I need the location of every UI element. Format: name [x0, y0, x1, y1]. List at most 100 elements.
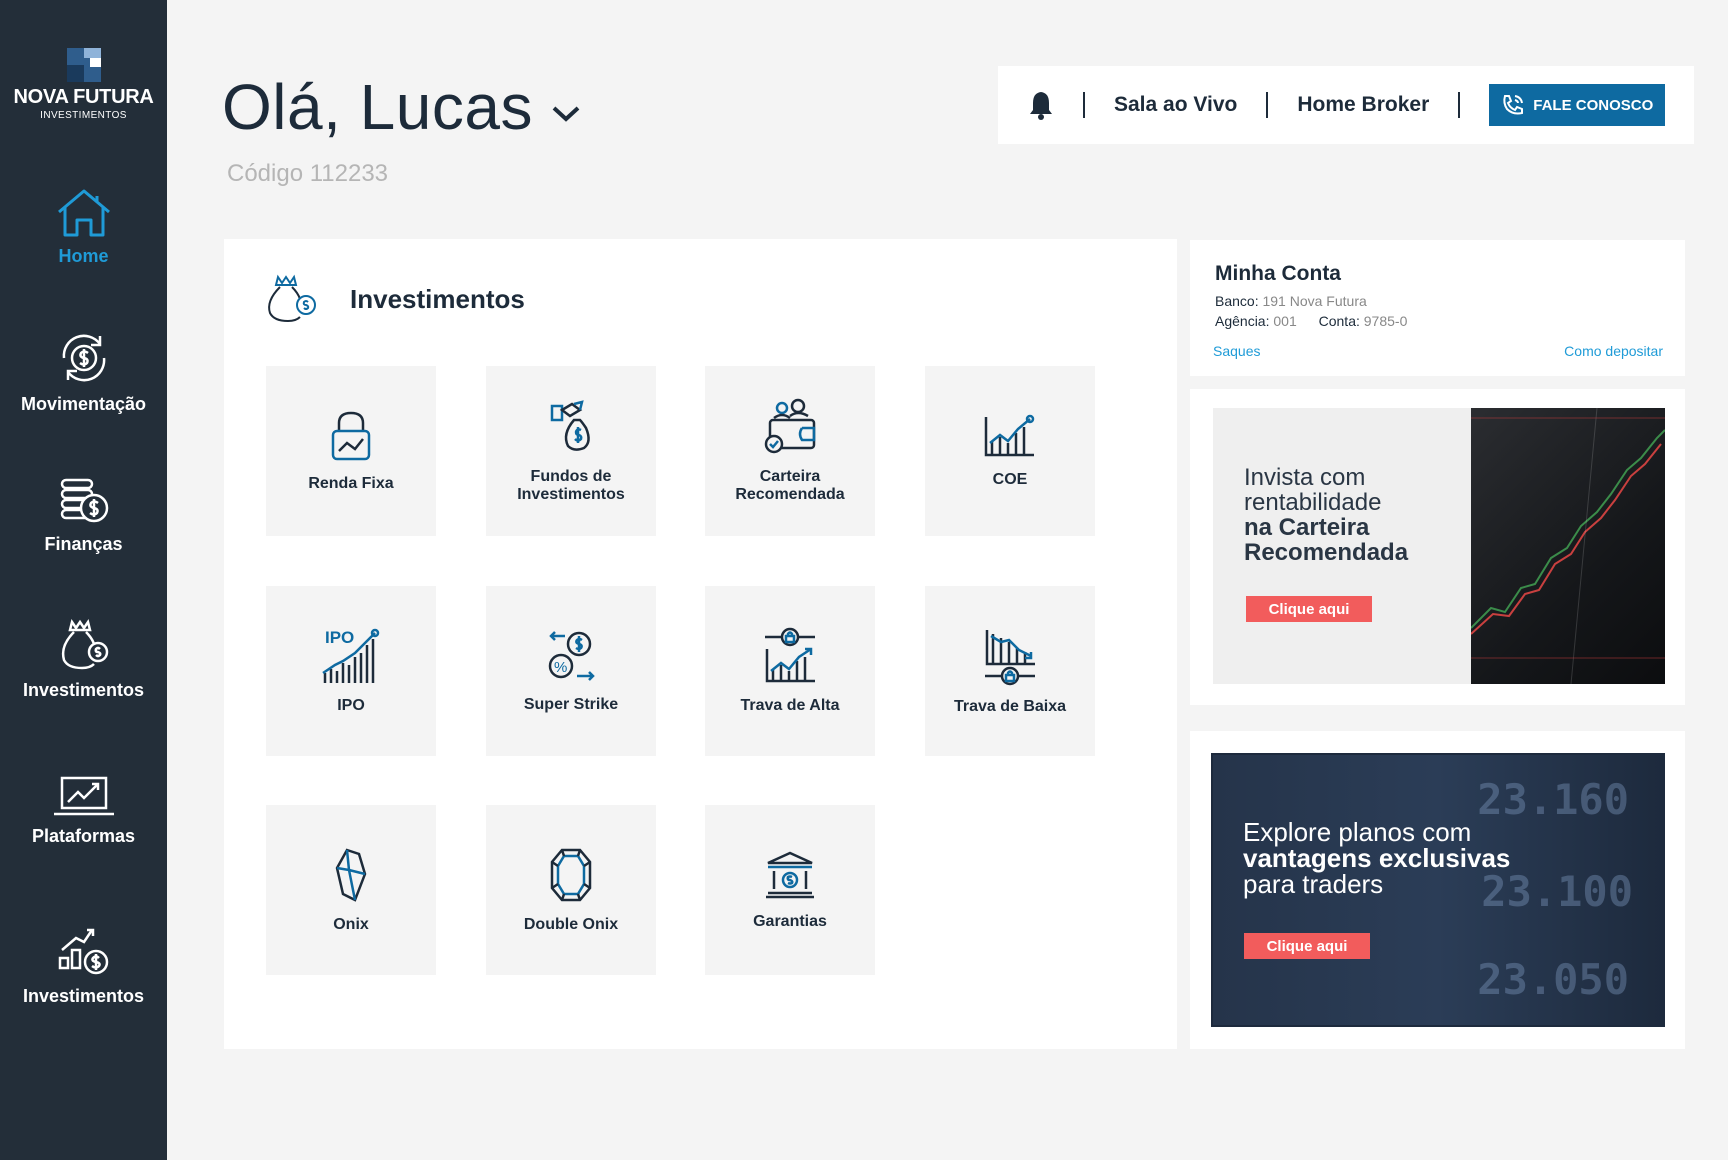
promo-cta-button[interactable]: Clique aqui — [1246, 596, 1372, 622]
tile-label: Garantias — [753, 913, 827, 930]
contact-button[interactable]: FALE CONOSCO — [1489, 84, 1666, 126]
sidebar-item-label: Investimentos — [22, 986, 145, 1006]
wallet-people-icon — [764, 398, 816, 454]
tile-label: Trava de Baixa — [953, 698, 1067, 715]
contact-button-label: FALE CONOSCO — [1533, 96, 1654, 114]
tile-label: Fundos de Investimentos — [517, 468, 625, 503]
sidebar-item-investimentos[interactable]: Investimentos — [0, 616, 167, 701]
bank-value: 191 Nova Futura — [1262, 293, 1367, 309]
svg-text:%: % — [554, 659, 567, 676]
sidebar-item-plataformas[interactable]: Plataformas — [0, 774, 167, 847]
tile-onix[interactable]: Onix — [266, 805, 436, 975]
money-bag-icon — [61, 618, 108, 670]
tile-label: Onix — [333, 916, 369, 933]
tile-label: Double Onix — [523, 916, 619, 933]
bar-chart-up-icon — [984, 414, 1035, 457]
tile-trava-alta[interactable]: Trava de Alta — [705, 586, 875, 756]
strike-arrows-icon: % — [548, 631, 595, 681]
agency-label: Agência: — [1215, 313, 1270, 329]
brand-name: NOVA FUTURA — [13, 86, 154, 108]
greeting-title: Olá, Lucas — [222, 70, 581, 144]
laptop-chart-icon — [53, 776, 114, 816]
withdraw-link[interactable]: Saques — [1213, 343, 1260, 359]
panel-title: Investimentos — [350, 283, 525, 314]
ticker-number: 23.050 — [1477, 955, 1629, 1004]
bell-icon[interactable] — [1028, 90, 1054, 120]
tile-ipo[interactable]: IPO IPO — [266, 586, 436, 756]
live-room-link[interactable]: Sala ao Vivo — [1114, 93, 1237, 117]
promo-line: na Carteira — [1244, 514, 1370, 541]
tile-label: Carteira Recomendada — [735, 468, 845, 503]
home-icon — [57, 189, 110, 237]
promo-line: rentabilidade — [1244, 489, 1382, 516]
divider — [1266, 92, 1269, 118]
promo-line: Invista com — [1244, 464, 1366, 491]
tile-coe[interactable]: COE — [925, 366, 1095, 536]
account-title: Minha Conta — [1215, 262, 1341, 285]
brand-subtitle: INVESTIMENTOS — [40, 110, 127, 121]
sidebar-item-label: Plataformas — [31, 826, 136, 846]
promo-banner-link[interactable]: 23.160 23.100 23.050 Explore planos com … — [1211, 753, 1665, 1027]
tile-super-strike[interactable]: % Super Strike — [486, 586, 656, 756]
promo-line: vantagens exclusivas — [1243, 843, 1511, 873]
tile-fundos[interactable]: Fundos de Investimentos — [486, 366, 656, 536]
sidebar-item-label: Investimentos — [22, 680, 145, 700]
divider — [1458, 92, 1461, 118]
lock-low-icon — [985, 630, 1035, 686]
investments-panel: Investimentos Renda Fixa Fundos de Inves… — [224, 239, 1177, 1049]
brand-logo[interactable]: NOVA FUTURA INVESTIMENTOS — [0, 48, 167, 121]
tile-label: Renda Fixa — [308, 475, 394, 492]
fund-bag-icon — [550, 400, 590, 451]
coins-icon — [60, 478, 108, 523]
tile-label: Super Strike — [523, 696, 619, 713]
gem-icon — [550, 848, 592, 902]
greeting-text: Olá, Lucas — [222, 71, 533, 143]
sidebar-item-movimentacao[interactable]: Movimentação — [0, 330, 167, 415]
divider — [1083, 92, 1085, 118]
account-card: Minha Conta Banco: 191 Nova Futura Agênc… — [1190, 240, 1685, 376]
promo-banner-link[interactable]: Invista com rentabilidade na Carteira Re… — [1213, 408, 1665, 684]
phone-icon — [1503, 95, 1524, 115]
svg-text:IPO: IPO — [325, 628, 354, 647]
lock-high-icon — [765, 627, 815, 683]
agency-value: 001 — [1273, 313, 1297, 329]
promo-text: Invista com rentabilidade na Carteira Re… — [1244, 465, 1408, 565]
tile-renda-fixa[interactable]: Renda Fixa — [266, 366, 436, 536]
crystal-icon — [335, 848, 367, 902]
account-label: Conta: — [1318, 313, 1360, 329]
sidebar: NOVA FUTURA INVESTIMENTOS Home Movimenta… — [0, 0, 167, 1160]
bank-row: Banco: 191 Nova Futura — [1215, 293, 1367, 309]
deposit-link[interactable]: Como depositar — [1564, 343, 1663, 359]
lock-chart-icon — [331, 411, 371, 461]
promo-line: Recomendada — [1244, 539, 1409, 566]
client-code: Código 112233 — [227, 160, 389, 187]
promo-cta-button[interactable]: Clique aqui — [1244, 933, 1370, 959]
sidebar-item-home[interactable]: Home — [0, 188, 167, 267]
tile-carteira[interactable]: Carteira Recomendada — [705, 366, 875, 536]
chevron-down-icon[interactable] — [551, 105, 581, 123]
money-bag-icon — [268, 274, 316, 323]
home-broker-link[interactable]: Home Broker — [1297, 93, 1429, 117]
sidebar-item-investimentos-2[interactable]: Investimentos — [0, 924, 167, 1007]
tile-trava-baixa[interactable]: Trava de Baixa — [925, 586, 1095, 756]
promo-line: Explore planos com — [1243, 817, 1472, 847]
bank-label: Banco: — [1215, 293, 1259, 309]
candlestick-chart-image — [1471, 408, 1665, 684]
ipo-chart-icon: IPO — [322, 628, 380, 683]
promo-text: Explore planos com vantagens exclusivas … — [1243, 819, 1510, 897]
tile-double-onix[interactable]: Double Onix — [486, 805, 656, 975]
tile-label: COE — [992, 471, 1028, 488]
money-cycle-icon — [62, 334, 105, 382]
sidebar-item-financas[interactable]: Finanças — [0, 474, 167, 555]
growth-bars-icon — [58, 928, 108, 975]
promo-banner-carteira: Invista com rentabilidade na Carteira Re… — [1190, 389, 1685, 705]
sidebar-item-label: Home — [58, 246, 109, 266]
tile-label: Trava de Alta — [740, 697, 840, 714]
promo-line: para traders — [1243, 869, 1384, 899]
trading-chart-image — [1471, 408, 1665, 684]
account-value: 9785-0 — [1363, 313, 1408, 329]
promo-banner-traders: 23.160 23.100 23.050 Explore planos com … — [1190, 731, 1685, 1049]
agency-row: Agência: 001 Conta: 9785-0 — [1215, 313, 1407, 329]
tile-garantias[interactable]: Garantias — [705, 805, 875, 975]
bank-icon — [766, 851, 814, 899]
